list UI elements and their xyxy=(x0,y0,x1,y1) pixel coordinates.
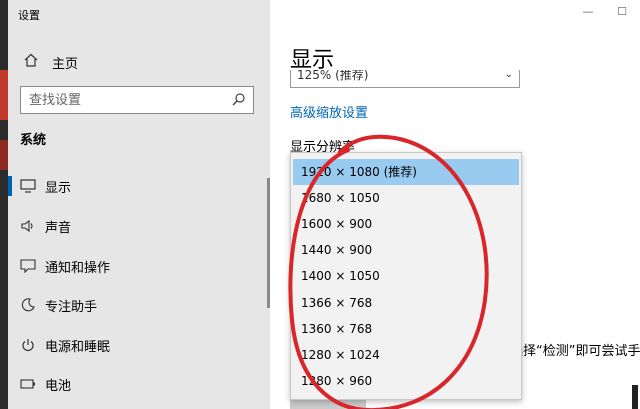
sidebar-item-label: 专注助手 xyxy=(45,299,98,315)
home-nav-item[interactable]: 主页 xyxy=(20,52,78,72)
resolution-option[interactable]: 1600 × 900 xyxy=(293,211,519,237)
home-icon xyxy=(20,53,42,71)
sidebar-item-label: 电池 xyxy=(45,378,72,394)
home-label: 主页 xyxy=(52,56,79,72)
resolution-option[interactable]: 1366 × 768 xyxy=(293,290,519,316)
resolution-dropdown-list[interactable]: 1920 × 1080 (推荐) 1680 × 1050 1600 × 900 … xyxy=(290,152,522,400)
app-title: 设置 xyxy=(18,9,40,22)
desktop-edge-strip xyxy=(0,0,8,409)
detect-hint-text: 选择“检测”即可尝试手动 xyxy=(510,344,640,359)
sidebar-item-notifications[interactable]: 通知和操作 xyxy=(8,250,264,282)
resolution-option[interactable]: 1360 × 768 xyxy=(293,316,519,342)
battery-icon xyxy=(18,374,38,394)
sidebar-item-battery[interactable]: 电池 xyxy=(8,368,264,400)
moon-icon xyxy=(18,295,38,315)
sidebar-item-label: 声音 xyxy=(45,220,72,236)
resolution-option[interactable]: 1280 × 960 xyxy=(293,368,519,394)
sidebar-item-focus-assist[interactable]: 专注助手 xyxy=(8,289,264,321)
sidebar-item-sound[interactable]: 声音 xyxy=(8,210,264,242)
sidebar-item-power-sleep[interactable]: 电源和睡眠 xyxy=(8,329,264,361)
partial-button[interactable] xyxy=(290,400,366,409)
chevron-down-icon: ⌄ xyxy=(504,70,513,80)
section-title: 系统 xyxy=(20,133,47,148)
search-input[interactable] xyxy=(21,87,229,113)
monitor-icon xyxy=(18,176,38,196)
resolution-option[interactable]: 1920 × 1080 (推荐) xyxy=(293,159,519,185)
speaker-icon xyxy=(18,216,38,236)
maximize-button[interactable]: ☐ xyxy=(614,5,630,21)
resolution-option[interactable]: 1400 × 1050 xyxy=(293,263,519,289)
sidebar-item-label: 通知和操作 xyxy=(45,260,111,276)
sidebar: 设置 主页 系统 显示 声音 通知和操作 专注助手 xyxy=(8,0,271,409)
power-icon xyxy=(18,335,38,355)
resolution-option[interactable]: 1680 × 1050 xyxy=(293,185,519,211)
sidebar-item-label: 显示 xyxy=(45,180,72,196)
sidebar-item-label: 电源和睡眠 xyxy=(45,339,111,355)
minimize-button[interactable]: — xyxy=(580,5,596,21)
sidebar-item-display[interactable]: 显示 xyxy=(8,170,264,202)
resolution-option[interactable]: 1440 × 900 xyxy=(293,237,519,263)
resolution-option[interactable]: 1280 × 1024 xyxy=(293,342,519,368)
search-icon[interactable] xyxy=(231,92,247,108)
scale-value: 125% (推荐) xyxy=(297,70,369,82)
advanced-scaling-link[interactable]: 高级缩放设置 xyxy=(290,102,368,121)
notification-icon xyxy=(18,256,38,276)
scale-dropdown[interactable]: 125% (推荐) ⌄ xyxy=(290,70,520,88)
main-scrollbar-thumb[interactable] xyxy=(632,385,638,409)
search-field[interactable] xyxy=(20,86,254,114)
